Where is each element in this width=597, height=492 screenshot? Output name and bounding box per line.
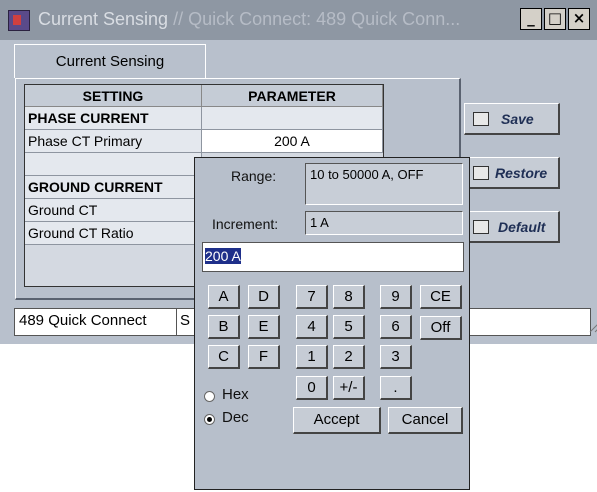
setting-cell	[25, 153, 202, 176]
key-5[interactable]: 5	[333, 315, 365, 339]
setting-cell: PHASE CURRENT	[25, 107, 202, 130]
save-icon	[473, 112, 489, 126]
close-button[interactable]: ×	[568, 8, 590, 30]
parameter-cell[interactable]	[202, 107, 383, 130]
restore-button[interactable]: Restore	[464, 157, 560, 189]
increment-value: 1 A	[305, 211, 463, 235]
key-3[interactable]: 3	[380, 345, 412, 369]
setting-cell: Ground CT Ratio	[25, 222, 202, 245]
app-icon	[8, 10, 30, 31]
default-icon	[473, 220, 489, 234]
window-title-main: Current Sensing	[38, 9, 169, 29]
status-device-name: 489 Quick Connect	[19, 312, 147, 329]
key-c[interactable]: C	[208, 345, 240, 369]
title-bar[interactable]: Current Sensing // Quick Connect: 489 Qu…	[0, 0, 597, 40]
entry-selected-text: 200 A	[205, 248, 241, 264]
numeric-keypad-dialog: Range: 10 to 50000 A, OFF Increment: 1 A…	[194, 157, 470, 490]
hex-label: Hex	[222, 386, 249, 403]
parameter-cell[interactable]: 200 A	[202, 130, 383, 153]
key-0[interactable]: 0	[296, 376, 328, 400]
default-label: Default	[498, 219, 546, 235]
setting-cell: GROUND CURRENT	[25, 176, 202, 199]
key-decimal[interactable]: .	[380, 376, 412, 400]
minimize-button[interactable]: _	[520, 8, 542, 30]
header-parameter: PARAMETER	[202, 85, 383, 107]
range-value: 10 to 50000 A, OFF	[305, 163, 463, 205]
key-8[interactable]: 8	[333, 285, 365, 309]
key-6[interactable]: 6	[380, 315, 412, 339]
dec-label: Dec	[222, 409, 249, 426]
key-9[interactable]: 9	[380, 285, 412, 309]
key-7[interactable]: 7	[296, 285, 328, 309]
setting-cell: Ground CT	[25, 199, 202, 222]
hex-radio[interactable]	[204, 391, 215, 402]
key-2[interactable]: 2	[333, 345, 365, 369]
save-label: Save	[501, 111, 534, 127]
restore-label: Restore	[495, 165, 548, 181]
key-sign[interactable]: +/-	[333, 376, 365, 400]
key-1[interactable]: 1	[296, 345, 328, 369]
status-field: S	[180, 312, 191, 329]
setting-cell: Phase CT Primary	[25, 130, 202, 153]
cancel-button[interactable]: Cancel	[388, 407, 463, 434]
key-a[interactable]: A	[208, 285, 240, 309]
dec-radio[interactable]	[204, 414, 215, 425]
range-label: Range:	[231, 168, 277, 184]
maximize-button[interactable]: □	[544, 8, 566, 30]
key-d[interactable]: D	[248, 285, 280, 309]
resize-grip-icon[interactable]	[585, 317, 597, 333]
default-button[interactable]: Default	[464, 211, 560, 243]
increment-label: Increment:	[212, 216, 279, 232]
accept-button[interactable]: Accept	[293, 407, 381, 434]
save-button[interactable]: Save	[464, 103, 560, 135]
key-e[interactable]: E	[248, 315, 280, 339]
window-title: Current Sensing // Quick Connect: 489 Qu…	[38, 9, 460, 30]
tab-label: Current Sensing	[55, 53, 165, 70]
tab-current-sensing[interactable]: Current Sensing	[14, 44, 206, 78]
key-clear-entry[interactable]: CE	[420, 285, 462, 309]
value-entry-field[interactable]: 200 A	[202, 242, 464, 272]
window-title-rest: // Quick Connect: 489 Quick Conn...	[168, 9, 461, 29]
key-f[interactable]: F	[248, 345, 280, 369]
key-off[interactable]: Off	[420, 316, 462, 340]
key-b[interactable]: B	[208, 315, 240, 339]
header-setting: SETTING	[25, 85, 202, 107]
status-divider	[176, 309, 177, 335]
restore-icon	[473, 166, 489, 180]
key-4[interactable]: 4	[296, 315, 328, 339]
